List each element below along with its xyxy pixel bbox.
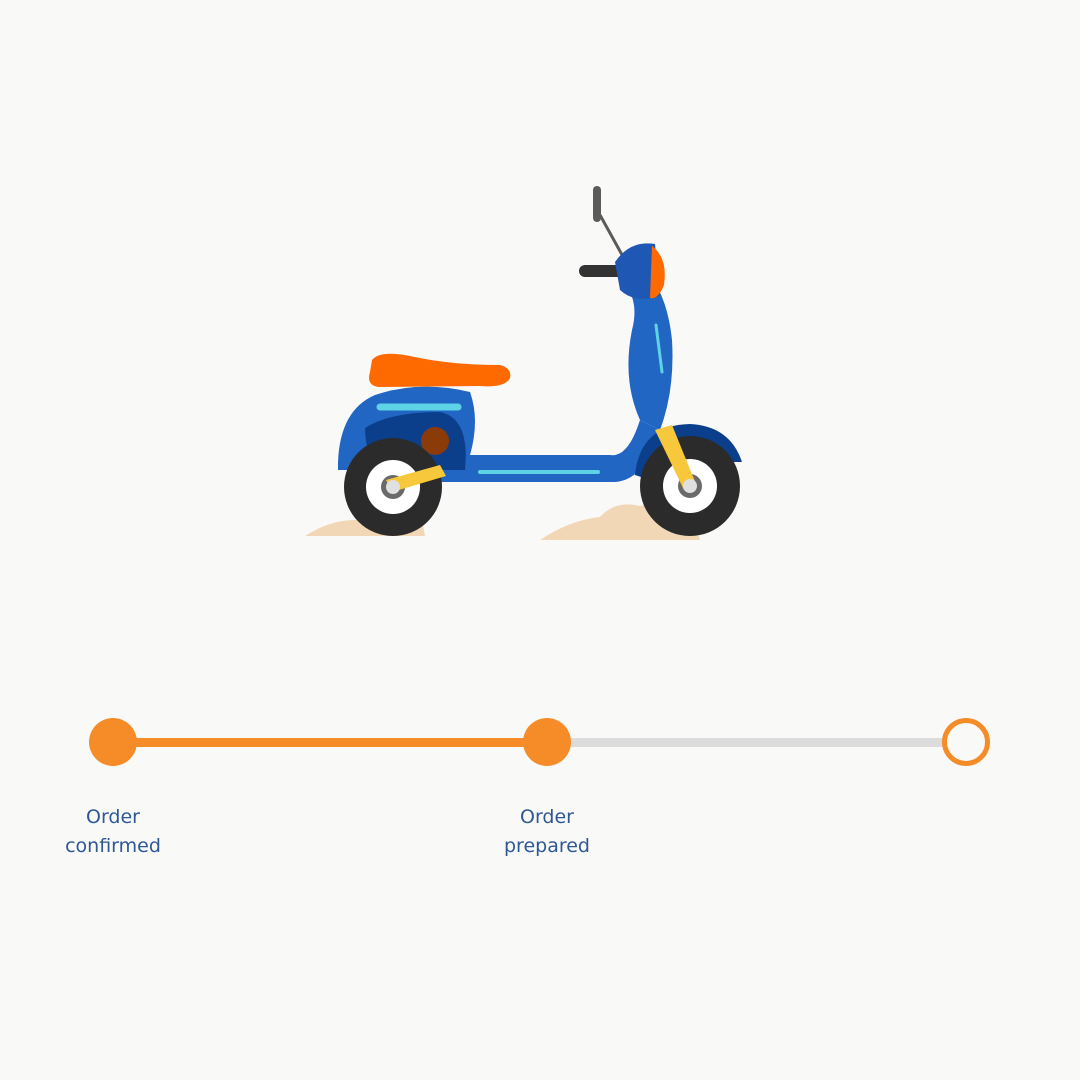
step-dot-pending: [942, 718, 990, 766]
order-tracker-screen: Order confirmed Order prepared: [0, 0, 1080, 1080]
step-label-order-prepared: Order prepared: [504, 806, 590, 857]
step-label-order-confirmed: Order confirmed: [65, 806, 161, 857]
order-progress-tracker: Order confirmed Order prepared: [0, 0, 1080, 1080]
progress-fill: [113, 738, 549, 747]
step-dot-order-confirmed: [89, 718, 137, 766]
step-dot-order-prepared: [523, 718, 571, 766]
